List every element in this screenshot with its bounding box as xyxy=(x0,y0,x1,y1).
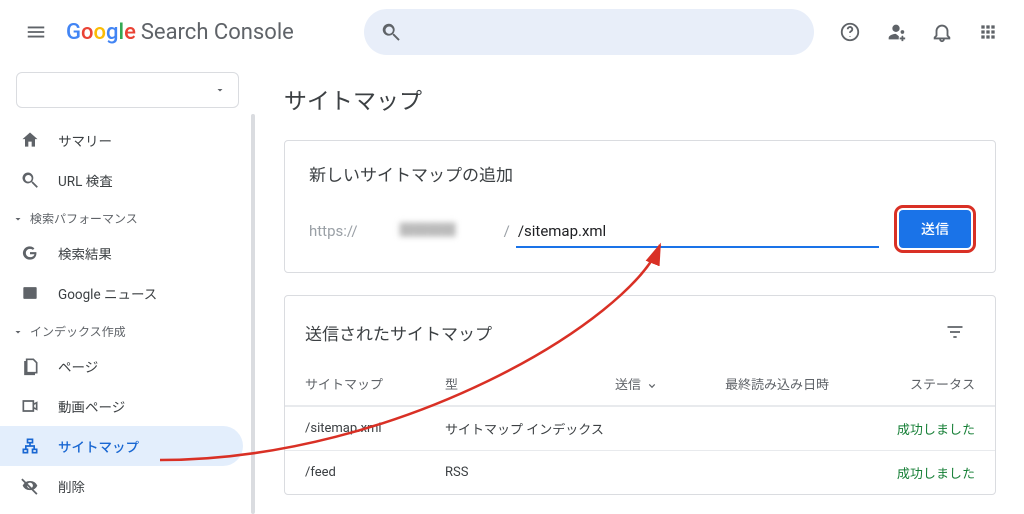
col-sent[interactable]: 送信 xyxy=(615,374,725,393)
page-title: サイトマップ xyxy=(284,82,996,116)
table-row[interactable]: /feed RSS 成功しました xyxy=(285,450,995,494)
search-icon xyxy=(380,21,402,43)
sitemap-url-input[interactable] xyxy=(516,218,879,248)
help-icon[interactable] xyxy=(830,12,870,52)
sidebar-label: ページ xyxy=(58,356,98,376)
hide-icon xyxy=(20,476,40,496)
sitemap-icon xyxy=(20,436,40,456)
sidebar-label: 動画ページ xyxy=(58,396,125,416)
sidebar-section-index[interactable]: インデックス作成 xyxy=(0,313,255,346)
sidebar-item-sitemaps[interactable]: サイトマップ xyxy=(0,426,243,466)
sidebar-item-url-inspect[interactable]: URL 検査 xyxy=(0,160,243,200)
col-sitemap: サイトマップ xyxy=(305,374,445,393)
news-icon xyxy=(20,283,40,303)
google-logo: Google Search Console xyxy=(66,20,294,45)
submit-button[interactable]: 送信 xyxy=(899,210,971,248)
users-icon[interactable] xyxy=(876,12,916,52)
add-sitemap-heading: 新しいサイトマップの追加 xyxy=(309,161,971,186)
chevron-down-icon xyxy=(214,84,226,96)
google-g-icon xyxy=(20,243,40,263)
sidebar-label: サマリー xyxy=(58,130,112,150)
url-prefix: https:// xyxy=(309,222,358,248)
sidebar-label: 検索結果 xyxy=(58,243,112,263)
sidebar-item-summary[interactable]: サマリー xyxy=(0,120,243,160)
sidebar-item-removals[interactable]: 削除 xyxy=(0,466,243,506)
sidebar-item-google-news[interactable]: Google ニュース xyxy=(0,273,243,313)
filter-icon[interactable] xyxy=(935,312,975,352)
pages-icon xyxy=(20,356,40,376)
chevron-down-icon xyxy=(12,326,24,338)
status-success: 成功しました xyxy=(855,463,975,482)
sidebar-section-performance[interactable]: 検索パフォーマンス xyxy=(0,200,255,233)
menu-icon[interactable] xyxy=(16,12,56,52)
table-row[interactable]: /sitemap.xml サイトマップ インデックス 成功しました xyxy=(285,406,995,450)
col-type: 型 xyxy=(445,374,615,393)
col-status: ステータス xyxy=(855,374,975,393)
search-input[interactable] xyxy=(364,9,814,55)
sidebar-label: URL 検査 xyxy=(58,170,113,190)
property-selector[interactable] xyxy=(16,72,239,108)
sidebar-label: 削除 xyxy=(58,476,85,496)
table-header-row: サイトマップ 型 送信 最終読み込み日時 ステータス xyxy=(285,362,995,406)
sitemaps-table: サイトマップ 型 送信 最終読み込み日時 ステータス /sitemap.xml … xyxy=(285,362,995,494)
bell-icon[interactable] xyxy=(922,12,962,52)
sidebar-item-video-pages[interactable]: 動画ページ xyxy=(0,386,243,426)
col-date: 最終読み込み日時 xyxy=(725,374,855,393)
home-icon xyxy=(20,130,40,150)
main-content: サイトマップ 新しいサイトマップの追加 https:// ████ / 送信 送… xyxy=(255,64,1024,509)
domain-hidden: ████ xyxy=(358,220,498,248)
sidebar-label: Google ニュース xyxy=(58,283,157,303)
slash: / xyxy=(504,222,510,248)
sidebar-item-search-results[interactable]: 検索結果 xyxy=(0,233,243,273)
submitted-sitemaps-card: 送信されたサイトマップ サイトマップ 型 送信 最終読み込み日時 ステータス /… xyxy=(284,295,996,495)
sidebar-item-pages[interactable]: ページ xyxy=(0,346,243,386)
add-sitemap-card: 新しいサイトマップの追加 https:// ████ / 送信 xyxy=(284,140,996,273)
sidebar: サマリー URL 検査 検索パフォーマンス 検索結果 Google ニュース イ… xyxy=(0,64,255,509)
status-success: 成功しました xyxy=(855,419,975,438)
apps-icon[interactable] xyxy=(968,12,1008,52)
sidebar-label: サイトマップ xyxy=(58,436,139,456)
arrow-down-icon xyxy=(645,377,659,391)
app-header: Google Search Console xyxy=(0,0,1024,64)
chevron-down-icon xyxy=(12,213,24,225)
submitted-heading: 送信されたサイトマップ xyxy=(305,320,492,345)
video-icon xyxy=(20,396,40,416)
search-icon xyxy=(20,170,40,190)
